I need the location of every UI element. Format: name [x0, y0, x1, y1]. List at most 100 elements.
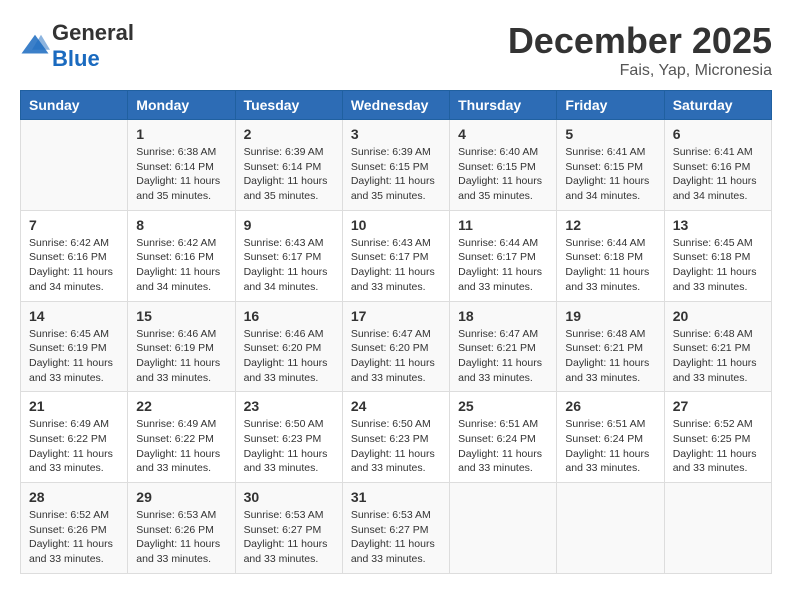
calendar-table: SundayMondayTuesdayWednesdayThursdayFrid… — [20, 90, 772, 574]
calendar-cell: 9 Sunrise: 6:43 AMSunset: 6:17 PMDaylight… — [235, 210, 342, 301]
calendar-header-monday: Monday — [128, 91, 235, 120]
calendar-header-thursday: Thursday — [450, 91, 557, 120]
day-number: 14 — [29, 308, 119, 324]
day-info: Sunrise: 6:43 AMSunset: 6:17 PMDaylight:… — [351, 236, 441, 295]
calendar-cell: 19Sunrise: 6:48 AMSunset: 6:21 PMDayligh… — [557, 301, 664, 392]
day-info: Sunrise: 6:44 AMSunset: 6:17 PMDaylight:… — [458, 236, 548, 295]
day-info: Sunrise: 6:39 AMSunset: 6:15 PMDaylight:… — [351, 145, 441, 204]
day-number: 11 — [458, 217, 548, 233]
day-info: Sunrise: 6:47 AMSunset: 6:21 PMDaylight:… — [458, 327, 548, 386]
day-info: Sunrise: 6:40 AMSunset: 6:15 PMDaylight:… — [458, 145, 548, 204]
day-info: Sunrise: 6:46 AMSunset: 6:20 PMDaylight:… — [244, 327, 334, 386]
calendar-week-4: 21 Sunrise: 6:49 AMSunset: 6:22 PMDayligh… — [21, 392, 772, 483]
calendar-cell: 31 Sunrise: 6:53 AMSunset: 6:27 PMDayligh… — [342, 483, 449, 574]
calendar-header-tuesday: Tuesday — [235, 91, 342, 120]
calendar-cell: 22Sunrise: 6:49 AMSunset: 6:22 PMDayligh… — [128, 392, 235, 483]
calendar-week-5: 28Sunrise: 6:52 AMSunset: 6:26 PMDayligh… — [21, 483, 772, 574]
day-number: 9 — [244, 217, 334, 233]
day-number: 26 — [565, 398, 655, 414]
calendar-cell: 4 Sunrise: 6:40 AMSunset: 6:15 PMDaylight… — [450, 120, 557, 211]
calendar-header-row: SundayMondayTuesdayWednesdayThursdayFrid… — [21, 91, 772, 120]
location: Fais, Yap, Micronesia — [508, 62, 772, 80]
calendar-cell: 1 Sunrise: 6:38 AMSunset: 6:14 PMDaylight… — [128, 120, 235, 211]
calendar-cell: 17 Sunrise: 6:47 AMSunset: 6:20 PMDayligh… — [342, 301, 449, 392]
day-info: Sunrise: 6:53 AMSunset: 6:26 PMDaylight:… — [136, 508, 226, 567]
calendar-cell: 28Sunrise: 6:52 AMSunset: 6:26 PMDayligh… — [21, 483, 128, 574]
day-number: 13 — [673, 217, 763, 233]
day-number: 3 — [351, 126, 441, 142]
calendar-header-friday: Friday — [557, 91, 664, 120]
logo-general: General — [52, 20, 134, 45]
day-info: Sunrise: 6:44 AMSunset: 6:18 PMDaylight:… — [565, 236, 655, 295]
day-number: 17 — [351, 308, 441, 324]
calendar-cell: 23 Sunrise: 6:50 AMSunset: 6:23 PMDayligh… — [235, 392, 342, 483]
calendar-cell: 14Sunrise: 6:45 AMSunset: 6:19 PMDayligh… — [21, 301, 128, 392]
logo-icon — [20, 31, 50, 61]
day-info: Sunrise: 6:49 AMSunset: 6:22 PMDaylight:… — [29, 417, 119, 476]
calendar-cell: 25 Sunrise: 6:51 AMSunset: 6:24 PMDayligh… — [450, 392, 557, 483]
day-number: 4 — [458, 126, 548, 142]
calendar-cell: 29 Sunrise: 6:53 AMSunset: 6:26 PMDayligh… — [128, 483, 235, 574]
day-number: 18 — [458, 308, 548, 324]
day-number: 16 — [244, 308, 334, 324]
day-number: 24 — [351, 398, 441, 414]
day-number: 20 — [673, 308, 763, 324]
day-info: Sunrise: 6:43 AMSunset: 6:17 PMDaylight:… — [244, 236, 334, 295]
calendar-cell: 5Sunrise: 6:41 AMSunset: 6:15 PMDaylight… — [557, 120, 664, 211]
day-info: Sunrise: 6:51 AMSunset: 6:24 PMDaylight:… — [458, 417, 548, 476]
day-info: Sunrise: 6:53 AMSunset: 6:27 PMDaylight:… — [351, 508, 441, 567]
day-number: 23 — [244, 398, 334, 414]
calendar-header-sunday: Sunday — [21, 91, 128, 120]
day-info: Sunrise: 6:38 AMSunset: 6:14 PMDaylight:… — [136, 145, 226, 204]
day-info: Sunrise: 6:50 AMSunset: 6:23 PMDaylight:… — [351, 417, 441, 476]
calendar-cell: 30Sunrise: 6:53 AMSunset: 6:27 PMDayligh… — [235, 483, 342, 574]
day-info: Sunrise: 6:45 AMSunset: 6:18 PMDaylight:… — [673, 236, 763, 295]
day-info: Sunrise: 6:49 AMSunset: 6:22 PMDaylight:… — [136, 417, 226, 476]
day-number: 25 — [458, 398, 548, 414]
calendar-cell: 3 Sunrise: 6:39 AMSunset: 6:15 PMDaylight… — [342, 120, 449, 211]
day-info: Sunrise: 6:51 AMSunset: 6:24 PMDaylight:… — [565, 417, 655, 476]
calendar-cell: 16 Sunrise: 6:46 AMSunset: 6:20 PMDayligh… — [235, 301, 342, 392]
calendar-cell: 7 Sunrise: 6:42 AMSunset: 6:16 PMDaylight… — [21, 210, 128, 301]
day-number: 31 — [351, 489, 441, 505]
day-info: Sunrise: 6:52 AMSunset: 6:25 PMDaylight:… — [673, 417, 763, 476]
day-number: 12 — [565, 217, 655, 233]
day-number: 15 — [136, 308, 226, 324]
day-info: Sunrise: 6:46 AMSunset: 6:19 PMDaylight:… — [136, 327, 226, 386]
day-info: Sunrise: 6:47 AMSunset: 6:20 PMDaylight:… — [351, 327, 441, 386]
day-number: 21 — [29, 398, 119, 414]
calendar-cell: 26 Sunrise: 6:51 AMSunset: 6:24 PMDayligh… — [557, 392, 664, 483]
day-info: Sunrise: 6:50 AMSunset: 6:23 PMDaylight:… — [244, 417, 334, 476]
calendar-cell: 2Sunrise: 6:39 AMSunset: 6:14 PMDaylight… — [235, 120, 342, 211]
day-info: Sunrise: 6:42 AMSunset: 6:16 PMDaylight:… — [29, 236, 119, 295]
calendar-cell: 21 Sunrise: 6:49 AMSunset: 6:22 PMDayligh… — [21, 392, 128, 483]
day-number: 10 — [351, 217, 441, 233]
day-number: 29 — [136, 489, 226, 505]
day-info: Sunrise: 6:42 AMSunset: 6:16 PMDaylight:… — [136, 236, 226, 295]
calendar-cell: 18 Sunrise: 6:47 AMSunset: 6:21 PMDayligh… — [450, 301, 557, 392]
calendar-cell: 24 Sunrise: 6:50 AMSunset: 6:23 PMDayligh… — [342, 392, 449, 483]
calendar-cell: 27Sunrise: 6:52 AMSunset: 6:25 PMDayligh… — [664, 392, 771, 483]
calendar-week-1: 1 Sunrise: 6:38 AMSunset: 6:14 PMDaylight… — [21, 120, 772, 211]
logo-blue: Blue — [52, 46, 100, 71]
page-header: General Blue December 2025 Fais, Yap, Mi… — [20, 20, 772, 80]
calendar-cell — [450, 483, 557, 574]
day-number: 6 — [673, 126, 763, 142]
calendar-cell: 6 Sunrise: 6:41 AMSunset: 6:16 PMDaylight… — [664, 120, 771, 211]
day-number: 7 — [29, 217, 119, 233]
day-number: 8 — [136, 217, 226, 233]
calendar-week-3: 14Sunrise: 6:45 AMSunset: 6:19 PMDayligh… — [21, 301, 772, 392]
calendar-cell: 8 Sunrise: 6:42 AMSunset: 6:16 PMDaylight… — [128, 210, 235, 301]
day-number: 1 — [136, 126, 226, 142]
day-info: Sunrise: 6:53 AMSunset: 6:27 PMDaylight:… — [244, 508, 334, 567]
calendar-week-2: 7 Sunrise: 6:42 AMSunset: 6:16 PMDaylight… — [21, 210, 772, 301]
calendar-cell — [664, 483, 771, 574]
calendar-cell — [557, 483, 664, 574]
title-block: December 2025 Fais, Yap, Micronesia — [508, 20, 772, 80]
day-number: 2 — [244, 126, 334, 142]
day-info: Sunrise: 6:48 AMSunset: 6:21 PMDaylight:… — [673, 327, 763, 386]
day-info: Sunrise: 6:52 AMSunset: 6:26 PMDaylight:… — [29, 508, 119, 567]
day-info: Sunrise: 6:41 AMSunset: 6:15 PMDaylight:… — [565, 145, 655, 204]
calendar-cell — [21, 120, 128, 211]
day-info: Sunrise: 6:41 AMSunset: 6:16 PMDaylight:… — [673, 145, 763, 204]
